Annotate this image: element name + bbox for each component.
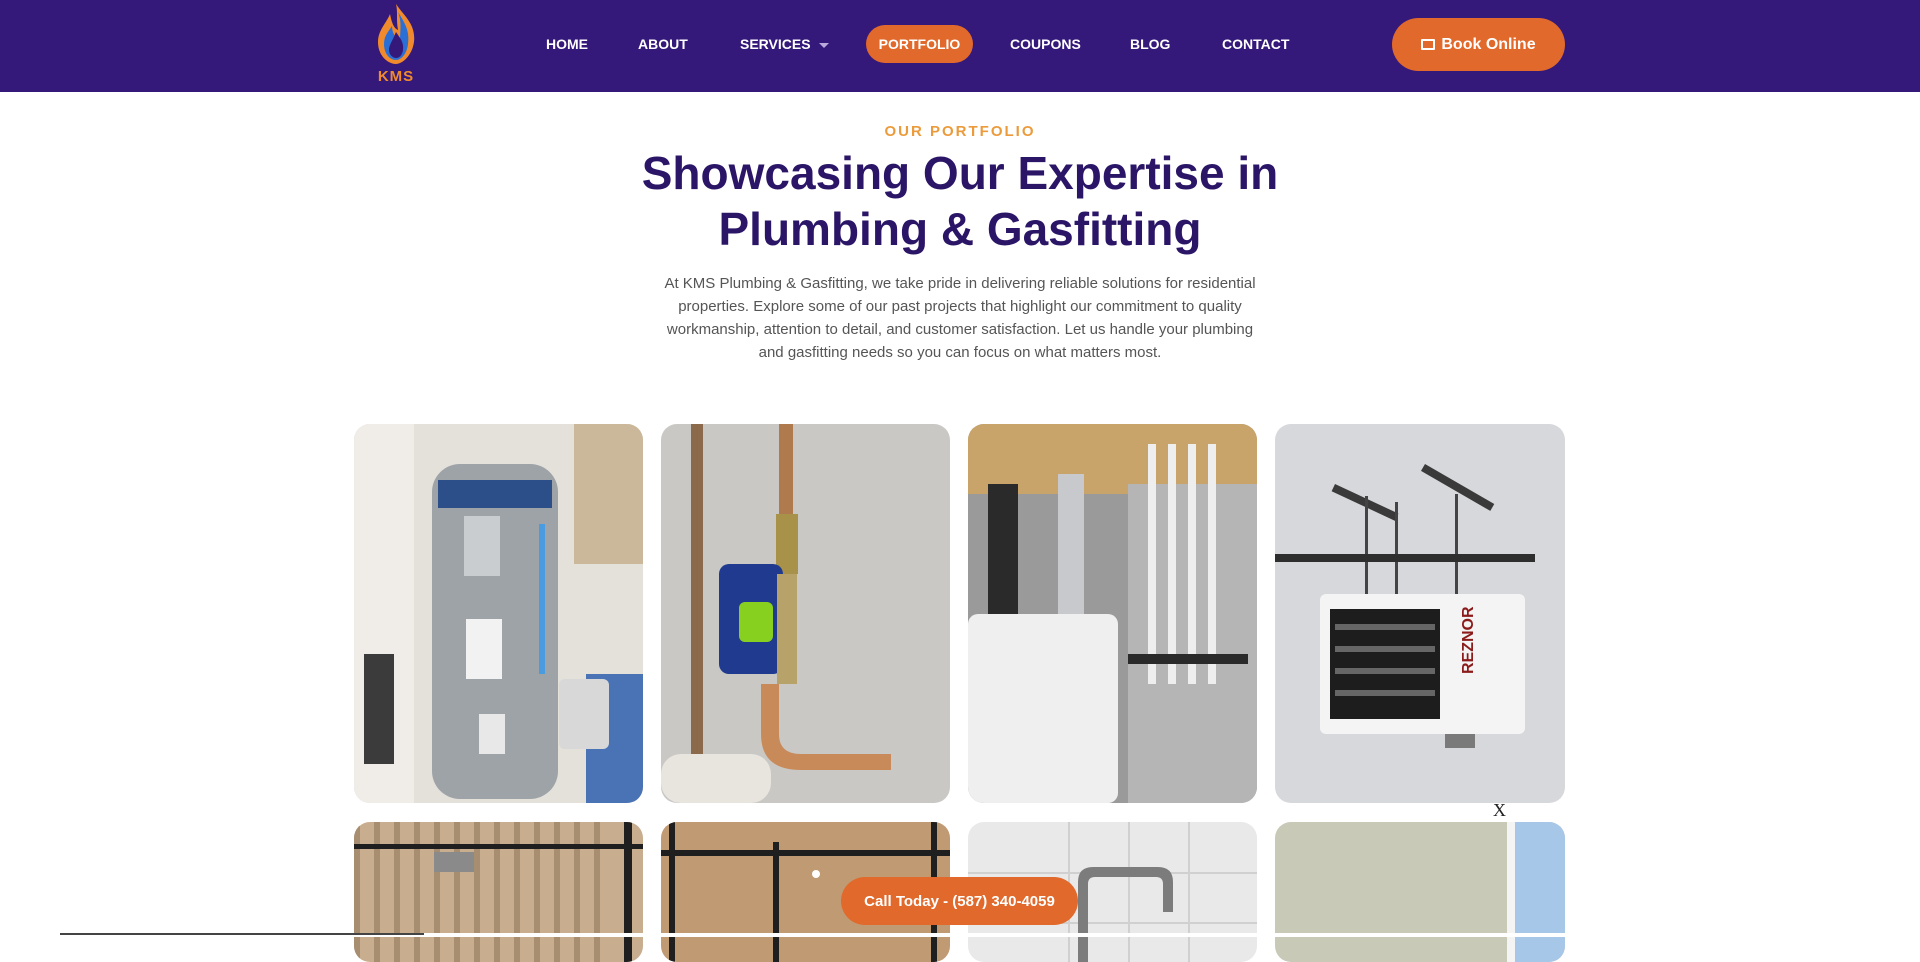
reznor-heater-photo[interactable]: REZNOR	[1275, 424, 1565, 803]
book-online-label: Book Online	[1441, 35, 1536, 53]
title-line-2: Plumbing & Gasfitting	[718, 203, 1202, 255]
kms-logo[interactable]: KMS	[370, 2, 422, 90]
logo-text: KMS	[377, 68, 415, 85]
chevron-down-icon	[818, 42, 829, 48]
reznor-brand-text: REZNOR	[1460, 606, 1477, 674]
call-today-button[interactable]: Call Today - (587) 340-4059	[841, 877, 1078, 925]
boiler-piping-image	[968, 424, 1257, 803]
window-image	[1275, 822, 1565, 962]
calendar-icon	[1421, 39, 1436, 50]
flame-icon	[378, 4, 415, 64]
nav-services-label: SERVICES	[740, 36, 811, 52]
nav-services[interactable]: SERVICES	[740, 25, 829, 63]
section-eyebrow: OUR PORTFOLIO	[884, 123, 1036, 140]
close-icon[interactable]: X	[1493, 800, 1506, 821]
nav-home[interactable]: HOME	[546, 25, 588, 63]
nav-contact[interactable]: CONTACT	[1222, 25, 1289, 63]
bottom-edge	[0, 933, 1920, 937]
nav-coupons[interactable]: COUPONS	[1010, 25, 1081, 63]
boiler-piping-photo[interactable]	[968, 424, 1257, 803]
window-photo[interactable]	[1275, 822, 1565, 962]
page-title: Showcasing Our Expertise in Plumbing & G…	[560, 145, 1360, 257]
water-heater-photo[interactable]	[354, 424, 643, 803]
nav-blog[interactable]: BLOG	[1130, 25, 1170, 63]
flo-valve-photo[interactable]	[661, 424, 950, 803]
reznor-heater-image: REZNOR	[1275, 424, 1565, 803]
water-heater-image	[354, 424, 643, 803]
flo-valve-image	[661, 424, 950, 803]
nav-portfolio[interactable]: PORTFOLIO	[866, 25, 973, 63]
book-online-button[interactable]: Book Online	[1392, 18, 1565, 71]
scroll-indicator	[60, 933, 424, 935]
site-header: KMS HOME ABOUT SERVICES PORTFOLIO COUPON…	[0, 0, 1920, 92]
intro-paragraph: At KMS Plumbing & Gasfitting, we take pr…	[664, 275, 1256, 361]
nav-about[interactable]: ABOUT	[638, 25, 688, 63]
shower-tile-photo[interactable]	[354, 822, 643, 962]
title-line-1: Showcasing Our Expertise in	[641, 147, 1279, 199]
shower-tile-image	[354, 822, 643, 962]
